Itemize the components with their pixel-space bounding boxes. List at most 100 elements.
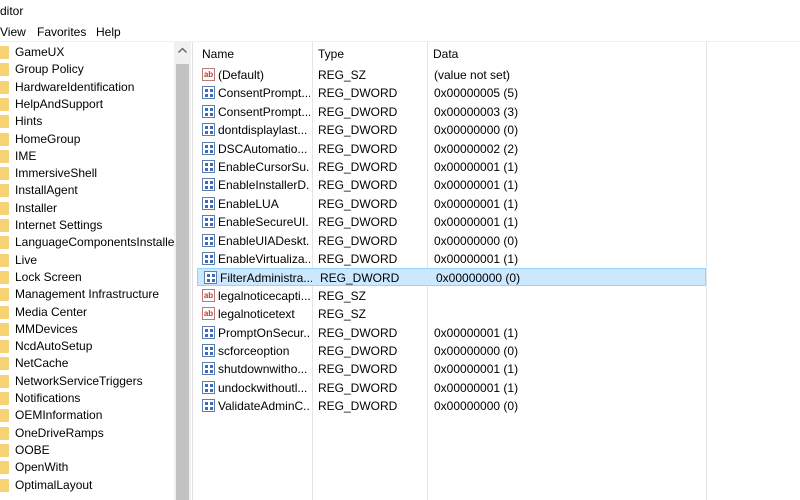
value-name: ConsentPrompt... [218,86,310,101]
value-row[interactable]: PromptOnSecur... REG_DWORD 0x00000001 (1) [196,324,706,342]
folder-icon [0,392,9,405]
value-row[interactable]: EnableSecureUI... REG_DWORD 0x00000001 (1) [196,213,706,231]
tree-item[interactable]: NetworkServiceTriggers [0,373,180,390]
tree-item[interactable]: MMDevices [0,321,180,338]
value-row[interactable]: ab (Default) REG_SZ (value not set) [196,66,706,84]
folder-icon [0,253,9,267]
value-row[interactable]: scforceoption REG_DWORD 0x00000000 (0) [196,342,706,360]
folder-icon [0,184,9,198]
folder-icon [0,443,9,457]
folder-icon [0,63,9,77]
tree-item[interactable]: Management Infrastructure [0,286,180,303]
tree-item-label: Hints [15,114,43,129]
value-row[interactable]: EnableCursorSu... REG_DWORD 0x00000001 (1) [196,158,706,176]
tree-item[interactable]: NetCache [0,355,180,372]
tree-item[interactable]: OEMInformation [0,407,180,424]
value-data: (value not set) [434,68,511,82]
folder-icon [0,409,9,423]
dword-value-icon [202,86,215,100]
column-header-name[interactable]: Name [196,42,312,64]
value-name: scforceoption [218,344,290,358]
tree-item[interactable]: NcdAutoSetup [0,338,180,355]
dword-value-icon [202,104,215,118]
value-row[interactable]: DSCAutomatio... REG_DWORD 0x00000002 (2) [196,140,706,158]
value-data: 0x00000000 (0) [434,233,519,248]
window-title: ditor [0,4,24,18]
tree-item[interactable]: IME [0,148,180,165]
tree-item[interactable]: GameUX [0,44,180,61]
value-type: REG_DWORD [318,399,398,414]
tree-item-label: HardwareIdentification [15,79,135,94]
dword-value-icon [202,178,215,192]
value-row[interactable]: FilterAdministra... REG_DWORD 0x00000000 (… [197,268,706,287]
tree-item[interactable]: Media Center [0,304,180,321]
folder-icon [0,132,9,146]
folder-icon [0,478,9,492]
value-row[interactable]: EnableLUA REG_DWORD 0x00000001 (1) [196,195,706,213]
dword-value-icon [202,123,215,137]
value-row[interactable]: EnableUIADeskt... REG_DWORD 0x00000000 (0) [196,232,706,250]
value-type: REG_DWORD [318,160,398,174]
column-divider[interactable] [706,42,707,500]
folder-icon [0,305,9,319]
folder-icon [0,461,9,475]
tree-item-label: LanguageComponentsInstaller [15,235,179,250]
scroll-thumb[interactable] [176,64,189,500]
tree-item[interactable]: ImmersiveShell [0,165,180,182]
tree-item[interactable]: LanguageComponentsInstaller [0,234,180,251]
value-type: REG_DWORD [318,178,398,193]
column-header-type[interactable]: Type [312,42,427,64]
tree-item[interactable]: Internet Settings [0,217,180,234]
menu-favorites[interactable]: Favorites [37,25,86,39]
value-row[interactable]: ConsentPrompt... REG_DWORD 0x00000005 (5) [196,84,706,102]
value-row[interactable]: ab legalnoticetext REG_SZ [196,305,706,323]
tree-item[interactable]: InstallAgent [0,182,180,199]
value-type: REG_SZ [318,68,367,82]
tree-item[interactable]: Group Policy [0,61,180,78]
value-name: PromptOnSecur... [218,325,310,340]
title-bar: ditor [0,0,800,22]
value-row[interactable]: ConsentPrompt... REG_DWORD 0x00000003 (3) [196,103,706,121]
tree-item[interactable]: OptimalLayout [0,477,180,494]
value-data: 0x00000001 (1) [434,215,519,230]
value-type: REG_DWORD [318,123,398,138]
tree-item[interactable]: OpenWith [0,459,180,476]
tree-item-label: Installer [15,200,58,215]
list-header: Name Type Data [196,42,800,64]
tree-scrollbar[interactable] [174,42,191,500]
folder-icon [0,374,9,388]
column-header-data[interactable]: Data [427,42,706,64]
value-name: EnableUIADeskt... [218,233,310,248]
tree-item[interactable]: Installer [0,200,180,217]
value-row[interactable]: undockwithoutl... REG_DWORD 0x00000001 (1) [196,379,706,397]
menu-help[interactable]: Help [96,25,121,39]
tree-item[interactable]: HelpAndSupport [0,96,180,113]
value-list: Name Type Data ab (Default) REG_SZ (value n… [196,42,800,500]
value-data: 0x00000002 (2) [434,141,519,156]
scroll-up-button[interactable] [174,42,191,59]
folder-icon [0,219,9,232]
value-data: 0x00000000 (0) [434,344,519,358]
tree-item-label: HomeGroup [15,131,81,146]
value-name: undockwithoutl... [218,380,308,395]
tree-item[interactable]: Hints [0,113,180,130]
tree-item[interactable]: OOBE [0,442,180,459]
value-row[interactable]: dontdisplaylast... REG_DWORD 0x00000000 (0… [196,121,706,139]
tree-item[interactable]: Live [0,252,180,269]
value-row[interactable]: EnableInstallerD... REG_DWORD 0x00000001 (… [196,176,706,194]
tree-item-label: Media Center [15,304,88,319]
value-row[interactable]: EnableVirtualiza... REG_DWORD 0x00000001 (… [196,250,706,268]
tree-item[interactable]: Lock Screen [0,269,180,286]
tree-item[interactable]: HomeGroup [0,131,180,148]
tree-item[interactable]: HardwareIdentification [0,79,180,96]
tree-item[interactable]: Notifications [0,390,180,407]
menu-view[interactable]: View [0,25,26,39]
value-row[interactable]: ValidateAdminC... REG_DWORD 0x00000000 (0) [196,397,706,415]
tree-item-label: NetCache [15,356,69,371]
string-value-icon: ab [202,288,215,302]
value-data: 0x00000001 (1) [434,160,519,174]
value-row[interactable]: shutdownwitho... REG_DWORD 0x00000001 (1) [196,360,706,378]
tree-item[interactable]: OneDriveRamps [0,425,180,442]
tree-item-label: Lock Screen [15,269,82,284]
value-row[interactable]: ab legalnoticecapti... REG_SZ [196,287,706,305]
